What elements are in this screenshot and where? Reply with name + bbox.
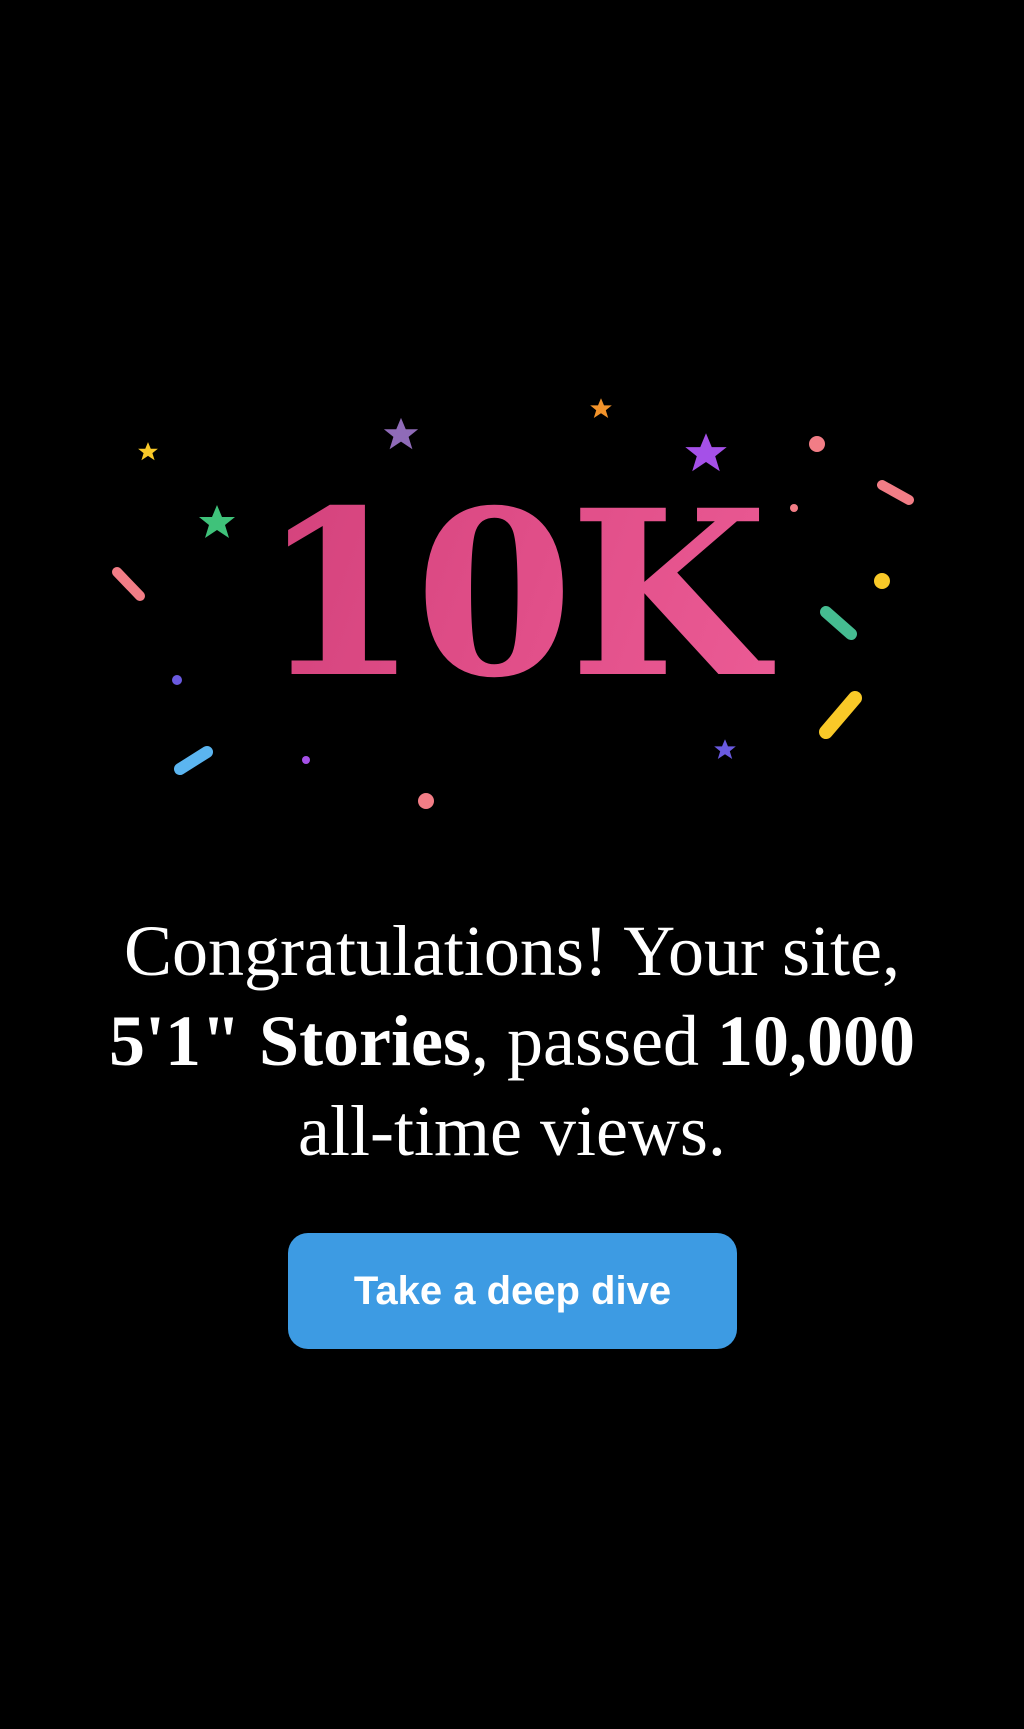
congratulations-message: Congratulations! Your site, 5'1" Stories… [80,906,944,1176]
site-name: 5'1" Stories [109,1001,471,1081]
confetti-dot-icon [809,436,825,452]
confetti-dot-icon [302,756,310,764]
take-a-deep-dive-button[interactable]: Take a deep dive [288,1233,737,1349]
star-icon [138,442,158,461]
confetti-streamer-icon [174,746,213,775]
message-text: Congratulations! Your site, [123,911,900,991]
star-icon [383,417,419,450]
star-icon [590,398,612,418]
message-text: , passed [470,1001,717,1081]
milestone-graphic: 10K [0,380,1024,820]
confetti-dot-icon [418,793,434,809]
milestone-label: 10K [0,480,1024,708]
star-icon [714,739,736,759]
view-count: 10,000 [716,1001,915,1081]
message-text: all-time views. [298,1091,726,1171]
